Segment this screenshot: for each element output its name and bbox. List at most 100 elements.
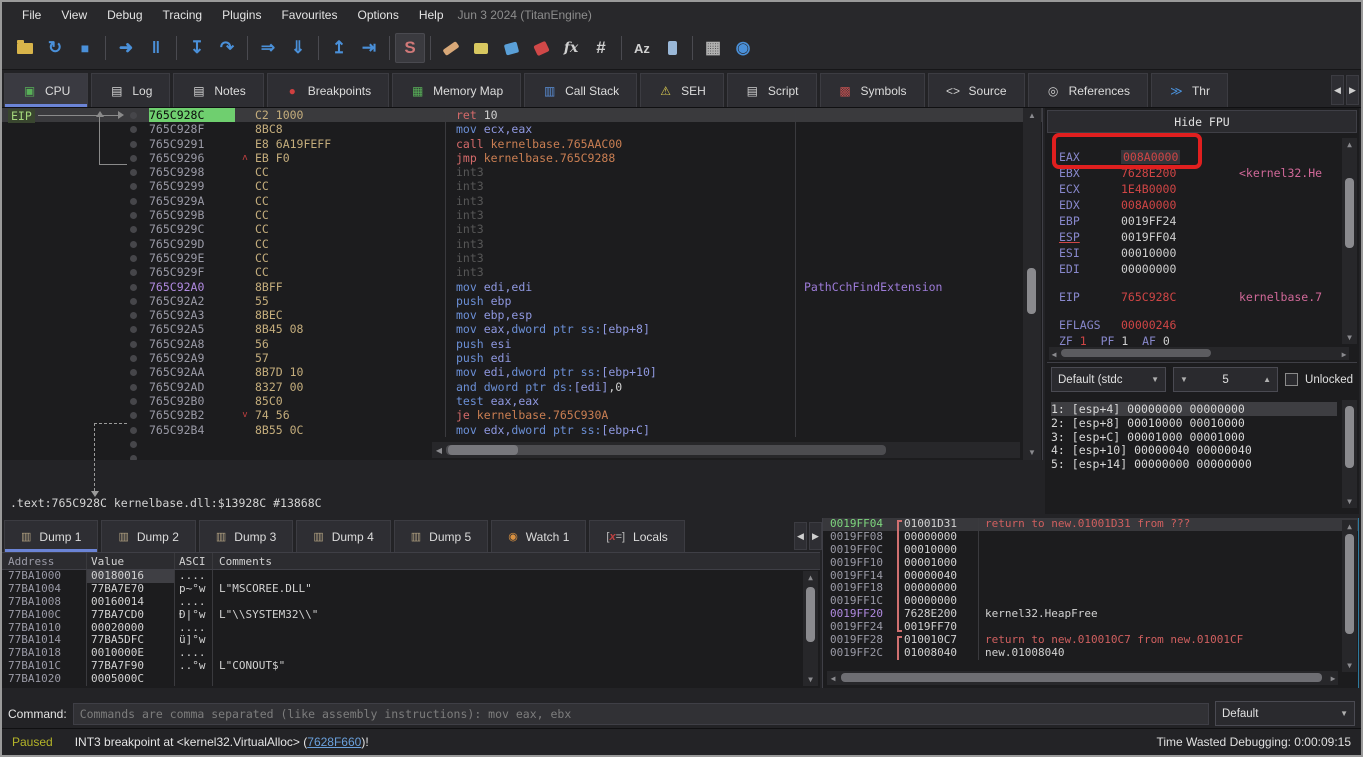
registers-vscrollbar[interactable]: ▲ ▼ — [1342, 138, 1357, 344]
breakpoint-dot[interactable] — [130, 226, 137, 233]
register-value[interactable]: 00000246 — [1121, 318, 1176, 332]
stack-row[interactable]: 0019FF1C00000000 — [823, 595, 1358, 608]
stack-row[interactable]: 0019FF1800000000 — [823, 582, 1358, 595]
disasm-row[interactable]: 765C92A58B45 08mov eax,dword ptr ss:[ebp… — [2, 322, 1042, 336]
menu-tracing[interactable]: Tracing — [153, 4, 213, 26]
internet-button[interactable]: ◉ — [728, 33, 758, 63]
disasm-row[interactable]: 765C92A255push ebp — [2, 294, 1042, 308]
tab-breakpoints[interactable]: ●Breakpoints — [267, 73, 389, 107]
dump-tab-dump-5[interactable]: ▥Dump 5 — [394, 520, 488, 552]
register-value[interactable]: 008A0000 — [1121, 198, 1176, 212]
dump-scroll-right-icon[interactable]: ▶ — [809, 522, 822, 550]
run-button[interactable]: ➜ — [111, 33, 141, 63]
tab-scroll-left-icon[interactable]: ◀ — [1331, 75, 1344, 105]
breakpoint-dot[interactable] — [130, 398, 137, 405]
stack-pane[interactable]: 0019FF0401001D31return to new.01001D31 f… — [822, 518, 1359, 688]
ordinals-button[interactable]: # — [586, 33, 616, 63]
breakpoint-dot[interactable] — [130, 141, 137, 148]
breakpoint-dot[interactable] — [130, 412, 137, 419]
arg-count-spinner[interactable]: ▼5▲ — [1173, 367, 1278, 392]
breakpoint-dot[interactable] — [130, 169, 137, 176]
tab-seh[interactable]: ⚠SEH — [640, 73, 724, 107]
disasm-row[interactable]: 765C9298CCint3 — [2, 165, 1042, 179]
hide-fpu-button[interactable]: Hide FPU — [1047, 110, 1357, 133]
dump-row[interactable]: 77BA100C77BA7CD0Ð|°wL"\\SYSTEM32\\" — [2, 609, 820, 622]
tab-notes[interactable]: ▤Notes — [173, 73, 263, 107]
dump-row[interactable]: 77BA100000180016.... — [2, 570, 820, 583]
menu-help[interactable]: Help — [409, 4, 454, 26]
register-value[interactable]: 0019FF24 — [1121, 214, 1176, 228]
disasm-row[interactable]: 765C9291E8 6A19FEFFcall kernelbase.765AA… — [2, 137, 1042, 151]
labels-button[interactable] — [496, 33, 526, 63]
disasm-row[interactable]: 765C92A38BECmov ebp,esp — [2, 308, 1042, 322]
tab-script[interactable]: ▤Script — [727, 73, 817, 107]
breakpoint-dot[interactable] — [130, 384, 137, 391]
stack-row[interactable]: 0019FF207628E200kernel32.HeapFree — [823, 608, 1358, 621]
dump-pane[interactable]: Address Value ASCI Comments 77BA10000018… — [2, 552, 820, 688]
disasm-row[interactable]: 765C92B085C0test eax,eax — [2, 394, 1042, 408]
disasm-row[interactable]: 765C929BCCint3 — [2, 208, 1042, 222]
calling-convention-select[interactable]: Default (stdc▼ — [1051, 367, 1166, 392]
register-value[interactable]: 00000000 — [1121, 262, 1176, 276]
command-profile-select[interactable]: Default▼ — [1215, 701, 1355, 726]
tab-references[interactable]: ◎References — [1028, 73, 1148, 107]
register-value[interactable]: 1E4B0000 — [1121, 182, 1176, 196]
register-row-esi[interactable]: ESI00010000 — [1059, 246, 1176, 260]
disasm-row[interactable]: 765C92B48B55 0Cmov edx,dword ptr ss:[ebp… — [2, 423, 1042, 437]
registers-hscrollbar[interactable]: ◀ ▶ — [1049, 347, 1349, 360]
breakpoint-dot[interactable] — [130, 126, 137, 133]
dump-col-ascii[interactable]: ASCI — [174, 553, 212, 569]
tab-source[interactable]: <>Source — [928, 73, 1025, 107]
dump-tab-dump-4[interactable]: ▥Dump 4 — [296, 520, 390, 552]
disasm-row[interactable]: 765C929CCCint3 — [2, 222, 1042, 236]
disasm-row[interactable]: 765C929ACCint3 — [2, 194, 1042, 208]
register-value[interactable]: 0019FF04 — [1121, 230, 1176, 244]
register-row-edx[interactable]: EDX008A0000 — [1059, 198, 1176, 212]
stack-hscrollbar[interactable]: ◀ ▶ — [827, 671, 1338, 685]
breakpoint-dot[interactable] — [130, 183, 137, 190]
strings-button[interactable]: Aᴢ — [627, 33, 657, 63]
dump-tab-dump-1[interactable]: ▥Dump 1 — [4, 520, 98, 552]
breakpoint-dot[interactable] — [130, 312, 137, 319]
dump-col-comments[interactable]: Comments — [212, 553, 820, 569]
stack-row[interactable]: 0019FF1000001000 — [823, 557, 1358, 570]
dump-scroll-left-icon[interactable]: ◀ — [794, 522, 807, 550]
breakpoint-dot[interactable] — [130, 241, 137, 248]
skip-button[interactable]: S — [395, 33, 425, 63]
menu-debug[interactable]: Debug — [97, 4, 152, 26]
trace-over-button[interactable]: ⇓ — [283, 33, 313, 63]
register-row-ecx[interactable]: ECX1E4B0000 — [1059, 182, 1176, 196]
functions-button[interactable]: fx — [556, 33, 586, 63]
dump-row[interactable]: 77BA10200005000C — [2, 673, 820, 686]
arguments-vscrollbar[interactable]: ▼ — [1342, 400, 1357, 508]
breakpoint-dot[interactable] — [130, 326, 137, 333]
register-row-eip[interactable]: EIP765C928Ckernelbase.7 — [1059, 290, 1176, 304]
argument-row[interactable]: 4: [esp+10] 00000040 00000040 — [1051, 443, 1252, 457]
command-input[interactable] — [73, 703, 1209, 725]
stack-row[interactable]: 0019FF0401001D31return to new.01001D31 f… — [823, 518, 1358, 531]
register-value[interactable]: 765C928C — [1121, 290, 1176, 304]
trace-into-button[interactable]: ⇒ — [253, 33, 283, 63]
breakpoint-dot[interactable] — [130, 355, 137, 362]
disasm-row[interactable]: 765C92AD8327 00and dword ptr ds:[edi],0 — [2, 380, 1042, 394]
stack-row[interactable]: 0019FF240019FF70 — [823, 621, 1358, 634]
register-value[interactable]: 00010000 — [1121, 246, 1176, 260]
dump-tab-dump-3[interactable]: ▥Dump 3 — [199, 520, 293, 552]
disasm-row[interactable]: 765C929DCCint3 — [2, 237, 1042, 251]
restart-button[interactable]: ↻ — [40, 33, 70, 63]
modules-button[interactable] — [657, 33, 687, 63]
tab-memory-map[interactable]: ▦Memory Map — [392, 73, 521, 107]
run-to-user-code-button[interactable]: ⇥ — [354, 33, 384, 63]
breakpoint-dot[interactable] — [130, 212, 137, 219]
breakpoint-dot[interactable] — [130, 198, 137, 205]
dump-tab-dump-2[interactable]: ▥Dump 2 — [101, 520, 195, 552]
disasm-row[interactable]: 765C92A957push edi — [2, 351, 1042, 365]
disasm-row[interactable]: 765C92A856push esi — [2, 337, 1042, 351]
tab-log[interactable]: ▤Log — [91, 73, 170, 107]
breakpoints-button[interactable] — [526, 33, 556, 63]
disasm-row[interactable]: 765C929FCCint3 — [2, 265, 1042, 279]
calculator-button[interactable]: ▦ — [698, 33, 728, 63]
open-file-button[interactable] — [10, 33, 40, 63]
stack-row[interactable]: 0019FF0800000000 — [823, 531, 1358, 544]
register-row-edi[interactable]: EDI00000000 — [1059, 262, 1176, 276]
